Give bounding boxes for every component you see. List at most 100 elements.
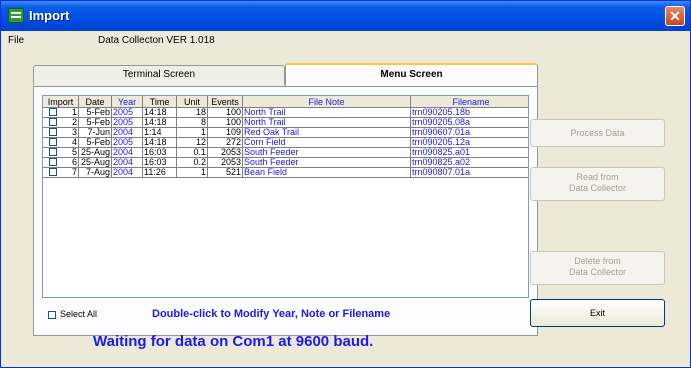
table-row[interactable]: 2 5-Feb 2005 14:18 8 100 North Trail trn…: [43, 117, 528, 128]
import-checkbox[interactable]: [49, 128, 57, 136]
col-header-import[interactable]: Import: [43, 96, 79, 108]
delete-button-line2: Data Collector: [568, 267, 627, 277]
col-header-filename[interactable]: Filename: [410, 96, 528, 108]
filename-cell[interactable]: trn090205.18b: [410, 107, 528, 118]
import-cell: 7: [43, 167, 79, 178]
year-cell[interactable]: 2005: [111, 117, 143, 128]
app-icon: [8, 8, 24, 23]
table-row[interactable]: 1 5-Feb 2005 14:18 18 100 North Trail tr…: [43, 107, 528, 118]
file-note-cell[interactable]: South Feeder: [242, 157, 411, 168]
filename-cell[interactable]: trn090607.01a: [410, 127, 528, 138]
filename-cell[interactable]: trn090205.08a: [410, 117, 528, 128]
import-cell: 3: [43, 127, 79, 138]
import-checkbox[interactable]: [49, 118, 57, 126]
row-index: 4: [71, 137, 77, 147]
col-header-unit[interactable]: Unit: [176, 96, 208, 108]
table-row[interactable]: 4 5-Feb 2005 14:18 12 272 Corn Field trn…: [43, 137, 528, 148]
col-header-file-note[interactable]: File Note: [242, 96, 411, 108]
checkbox-icon[interactable]: [48, 310, 56, 319]
unit-cell: 8: [176, 117, 208, 128]
year-cell[interactable]: 2004: [111, 157, 143, 168]
table-header-row: Import Date Year Time Unit Events File N…: [43, 96, 528, 108]
file-note-cell[interactable]: North Trail: [242, 107, 411, 118]
table-row[interactable]: 3 7-Jun 2004 1:14 1 109 Red Oak Trail tr…: [43, 127, 528, 138]
row-index: 2: [71, 117, 77, 127]
row-index: 3: [71, 127, 77, 137]
table-row[interactable]: 7 7-Aug 2004 11:26 1 521 Bean Field trn0…: [43, 167, 528, 178]
file-note-cell[interactable]: Bean Field: [242, 167, 411, 178]
time-cell: 14:18: [142, 117, 177, 128]
date-cell: 25-Aug: [78, 157, 112, 168]
row-index: 1: [71, 107, 77, 117]
col-header-year[interactable]: Year: [111, 96, 143, 108]
select-all-checkbox[interactable]: Select All: [48, 309, 97, 319]
row-index: 5: [71, 147, 77, 157]
file-note-cell[interactable]: South Feeder: [242, 147, 411, 158]
import-checkbox[interactable]: [49, 158, 57, 166]
time-cell: 1:14: [142, 127, 177, 138]
menu-bar: File Data Collecton VER 1.018: [1, 31, 690, 51]
events-cell: 100: [207, 117, 243, 128]
import-cell: 1: [43, 107, 79, 118]
time-cell: 16:03: [142, 147, 177, 158]
date-cell: 5-Feb: [78, 107, 112, 118]
filename-cell[interactable]: trn090807.01a: [410, 167, 528, 178]
import-window: Import ✕ File Data Collecton VER 1.018 T…: [0, 0, 691, 368]
filename-cell[interactable]: trn090825.a02: [410, 157, 528, 168]
unit-cell: 1: [176, 127, 208, 138]
import-checkbox[interactable]: [49, 148, 57, 156]
col-header-date[interactable]: Date: [78, 96, 112, 108]
year-cell[interactable]: 2005: [111, 137, 143, 148]
tab-control: Terminal Screen Menu Screen Import Date …: [31, 59, 541, 339]
delete-button-line1: Delete from: [574, 256, 621, 266]
table-row[interactable]: 6 25-Aug 2004 16:03 0.2 2053 South Feede…: [43, 157, 528, 168]
year-cell[interactable]: 2004: [111, 127, 143, 138]
exit-button[interactable]: Exit: [530, 299, 665, 327]
window-title: Import: [29, 8, 70, 23]
filename-cell[interactable]: trn090825.a01: [410, 147, 528, 158]
events-cell: 100: [207, 107, 243, 118]
title-bar[interactable]: Import ✕: [1, 1, 690, 31]
unit-cell: 18: [176, 107, 208, 118]
unit-cell: 0.1: [176, 147, 208, 158]
year-cell[interactable]: 2004: [111, 167, 143, 178]
import-checkbox[interactable]: [49, 168, 57, 176]
delete-from-collector-button[interactable]: Delete from Data Collector: [530, 251, 665, 285]
col-header-events[interactable]: Events: [207, 96, 243, 108]
time-cell: 14:18: [142, 107, 177, 118]
file-note-cell[interactable]: Red Oak Trail: [242, 127, 411, 138]
date-cell: 7-Jun: [78, 127, 112, 138]
menu-screen-panel: Import Date Year Time Unit Events File N…: [33, 86, 538, 336]
time-cell: 16:03: [142, 157, 177, 168]
read-from-collector-button[interactable]: Read from Data Collector: [530, 167, 665, 201]
date-cell: 7-Aug: [78, 167, 112, 178]
unit-cell: 12: [176, 137, 208, 148]
year-cell[interactable]: 2004: [111, 147, 143, 158]
time-cell: 11:26: [142, 167, 177, 178]
read-button-line1: Read from: [576, 172, 619, 182]
import-checkbox[interactable]: [49, 138, 57, 146]
events-cell: 2053: [207, 157, 243, 168]
col-header-time[interactable]: Time: [142, 96, 177, 108]
tab-menu-screen[interactable]: Menu Screen: [285, 63, 538, 87]
unit-cell: 1: [176, 167, 208, 178]
file-note-cell[interactable]: Corn Field: [242, 137, 411, 148]
filename-cell[interactable]: trn090205.12a: [410, 137, 528, 148]
year-cell[interactable]: 2005: [111, 107, 143, 118]
import-cell: 6: [43, 157, 79, 168]
select-all-label: Select All: [60, 309, 98, 319]
menu-file[interactable]: File: [8, 35, 24, 46]
import-checkbox[interactable]: [49, 108, 57, 116]
status-message: Waiting for data on Com1 at 9600 baud.: [93, 333, 374, 350]
import-cell: 5: [43, 147, 79, 158]
row-index: 6: [71, 157, 77, 167]
table-row[interactable]: 5 25-Aug 2004 16:03 0.1 2053 South Feede…: [43, 147, 528, 158]
close-button[interactable]: ✕: [665, 6, 685, 26]
tab-terminal-screen[interactable]: Terminal Screen: [33, 65, 285, 85]
events-cell: 109: [207, 127, 243, 138]
file-note-cell[interactable]: North Trail: [242, 117, 411, 128]
time-cell: 14:18: [142, 137, 177, 148]
unit-cell: 0.2: [176, 157, 208, 168]
file-table: Import Date Year Time Unit Events File N…: [43, 96, 528, 178]
process-data-button[interactable]: Process Data: [530, 119, 665, 147]
